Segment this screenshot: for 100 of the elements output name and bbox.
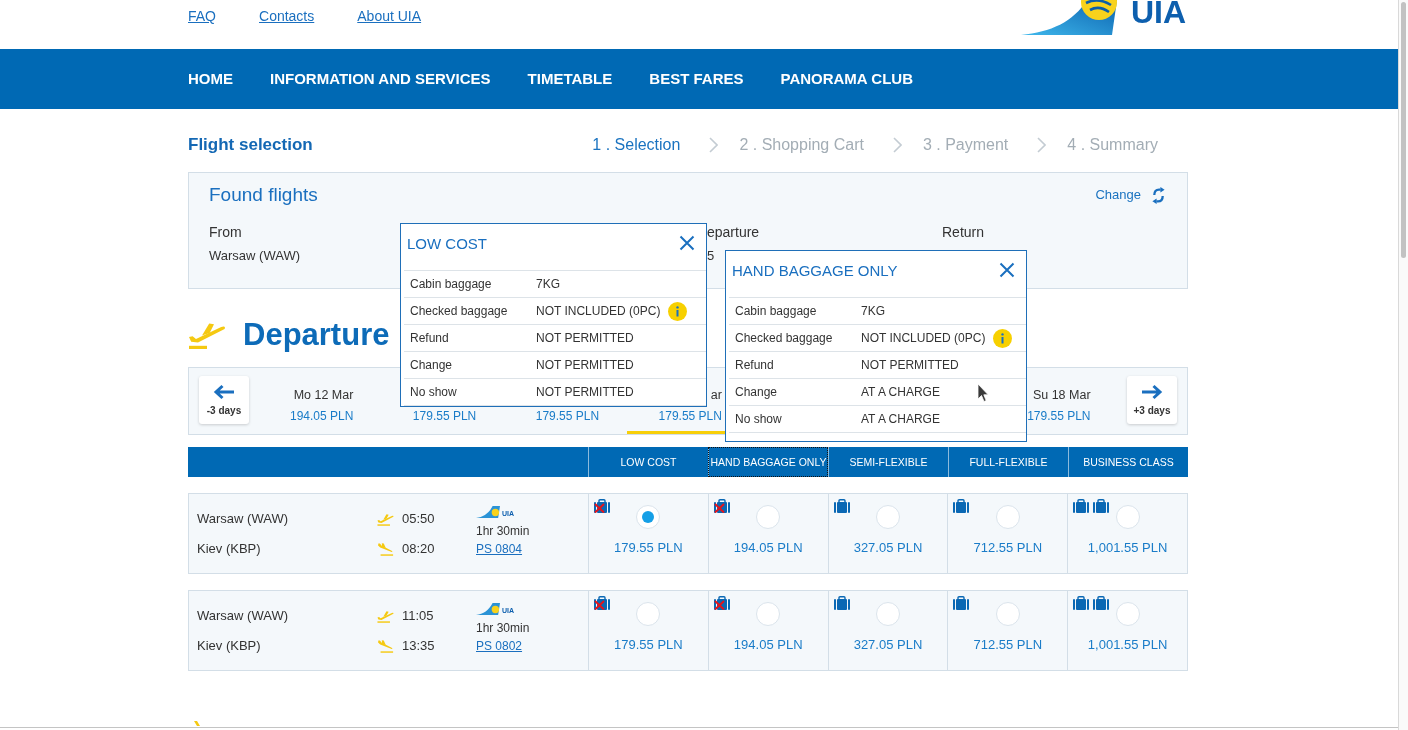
section-title: Departure [243,316,390,354]
fare-radio[interactable] [756,602,781,626]
detail-value: NOT INCLUDED (0PC) [536,304,661,318]
fare-price: 194.05 PLN [733,637,803,653]
date-price[interactable]: 179.55 PLN [1027,409,1091,423]
arrival-city: Kiev (KBP) [197,638,261,654]
date-price[interactable]: 179.55 PLN [412,409,477,423]
detail-label: No show [734,412,783,426]
field-value: 5 [707,247,715,265]
chevron-icon [709,137,719,153]
nav-link[interactable]: PANORAMA CLUB [780,69,913,89]
fare-price: 1,001.55 PLN [1087,540,1168,556]
header-link[interactable]: FAQ [188,7,216,25]
fare-price: 179.55 PLN [614,540,683,556]
fare-radio[interactable] [636,602,661,626]
detail-value: AT A CHARGE [861,385,940,399]
left-arrow-icon [213,384,235,400]
suitcase-icon [953,499,970,513]
checkout-step: 4 . Summary [1067,135,1158,155]
suitcase-icon [833,596,850,610]
close-button[interactable] [679,235,695,251]
detail-label: Change [409,358,454,372]
checkout-step: 2 . Shopping Cart [739,135,864,155]
field-label: eparture [707,223,760,241]
info-icon[interactable] [993,328,1013,348]
takeoff-plane-icon [377,609,394,623]
date-price[interactable]: 179.55 PLN [658,409,722,423]
takeoff-plane-icon [188,321,226,349]
date-label[interactable]: Su 18 Mar [1032,387,1091,403]
nav-link[interactable]: INFORMATION AND SERVICES [270,69,491,89]
date-price[interactable]: 179.55 PLN [535,409,600,423]
airline-tail-logo-icon [476,506,500,518]
previous-days-button[interactable]: -3 days [199,376,249,424]
fare-radio[interactable] [876,602,900,626]
panel-title: Found flights [209,183,318,207]
fare-radio[interactable] [995,602,1020,626]
fare-column-header[interactable]: HAND BAGGAGE ONLY [708,447,828,477]
takeoff-plane-icon [377,512,394,526]
detail-value: 7KG [536,277,560,291]
date-label[interactable]: Mo 12 Mar [293,387,354,403]
detail-label: No show [409,385,458,399]
detail-value: AT A CHARGE [861,412,940,426]
crossed-suitcase-icon [713,596,730,610]
crossed-suitcase-icon [594,596,610,610]
close-icon [679,235,695,251]
fare-price: 712.55 PLN [973,540,1043,556]
popup-title: LOW COST [407,235,487,253]
close-button[interactable] [999,262,1015,278]
fare-column-header[interactable]: LOW COST [588,447,708,477]
fare-column-header[interactable]: SEMI-FLEXIBLE [828,447,948,477]
chevron-icon [892,137,902,153]
header-link[interactable]: About UIA [357,7,422,25]
header-link[interactable]: Contacts [259,7,315,25]
departure-time: 11:05 [402,608,434,624]
arrival-time: 08:20 [402,541,435,557]
fare-radio[interactable] [876,505,900,529]
fare-price: 1,001.55 PLN [1087,637,1168,653]
fare-radio[interactable] [1115,602,1140,626]
fare-radio[interactable] [756,505,781,529]
popup-title: HAND BAGGAGE ONLY [732,262,898,280]
checkout-step: 3 . Payment [922,135,1009,155]
fare-radio[interactable] [995,505,1020,529]
change-link[interactable]: Change [1095,186,1165,204]
next-days-button[interactable]: +3 days [1127,376,1177,424]
detail-value: NOT PERMITTED [861,358,959,372]
logo-text: UIA [1130,0,1186,24]
cropped-plane-icon [194,721,200,726]
detail-label: Refund [734,358,775,372]
flight-number-link[interactable]: PS 0802 [476,638,523,654]
date-price[interactable]: 194.05 PLN [290,409,354,423]
fare-price: 194.05 PLN [733,540,803,556]
detail-value: NOT PERMITTED [536,331,634,345]
fare-radio[interactable] [636,505,661,529]
departure-city: Warsaw (WAW) [197,511,288,527]
right-arrow-icon [1141,384,1163,400]
info-icon[interactable] [668,301,688,321]
suitcase-icon [1093,499,1110,513]
detail-label: Cabin baggage [409,277,493,291]
scrollbar-thumb[interactable] [1401,2,1406,258]
detail-label: Change [734,385,779,399]
checkout-step: 1 . Selection [592,135,681,155]
detail-value: NOT INCLUDED (0PC) [861,331,986,345]
swap-arrows-icon [1152,186,1165,204]
flight-number-link[interactable]: PS 0804 [476,541,523,557]
detail-value: NOT PERMITTED [536,385,634,399]
nav-link[interactable]: HOME [188,69,233,89]
fare-column-header[interactable]: BUSINESS CLASS [1068,447,1188,477]
suitcase-icon [1073,596,1090,610]
departure-city: Warsaw (WAW) [197,608,288,624]
chevron-icon [1037,137,1047,153]
date-label[interactable]: ar [710,387,722,403]
detail-value: NOT PERMITTED [536,358,634,372]
fare-column-header[interactable]: FULL-FLEXIBLE [948,447,1068,477]
crossed-suitcase-icon [594,499,610,513]
nav-link[interactable]: TIMETABLE [527,69,613,89]
detail-value: 7KG [861,304,885,318]
flight-duration: 1hr 30min [476,523,530,539]
fare-radio[interactable] [1115,505,1140,529]
page-title: Flight selection [188,134,313,156]
nav-link[interactable]: BEST FARES [649,69,744,89]
